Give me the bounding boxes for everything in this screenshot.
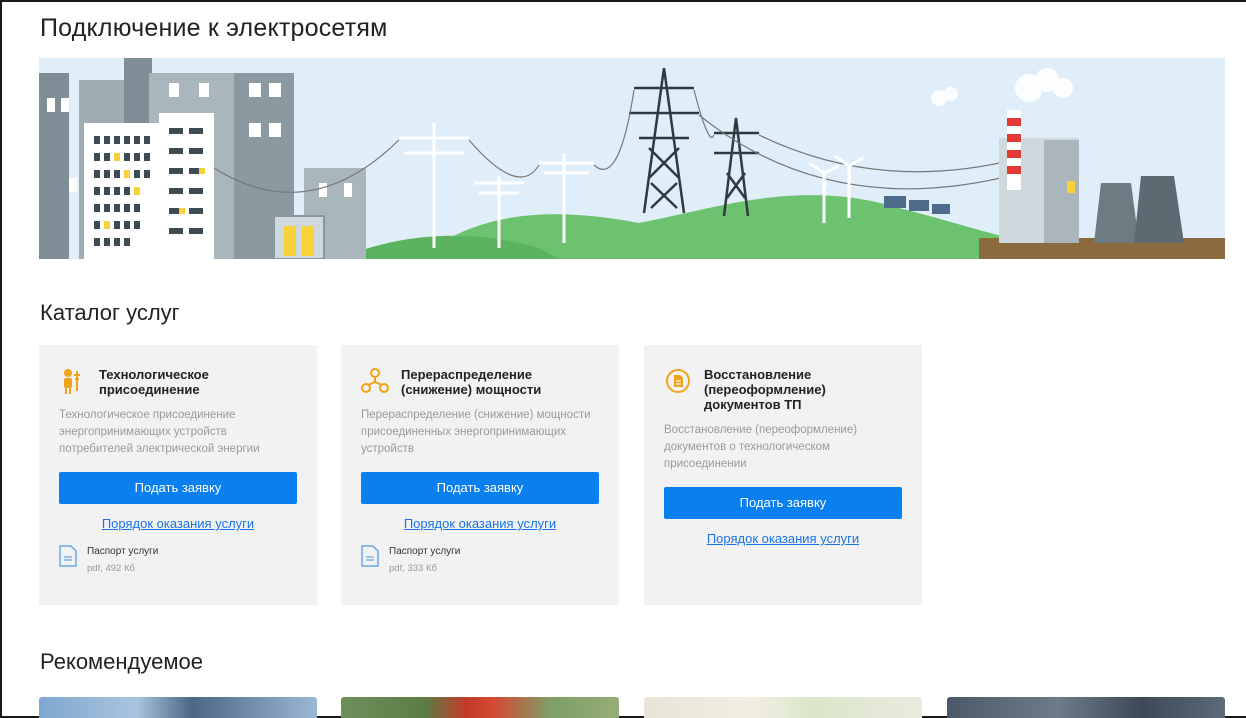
recommended-item-image[interactable]	[947, 697, 1225, 718]
document-icon	[361, 545, 379, 567]
passport-label: Паспорт услуги	[389, 546, 461, 557]
card-description: Перераспределение (снижение) мощности пр…	[361, 409, 591, 455]
service-order-link[interactable]: Порядок оказания услуги	[664, 531, 902, 546]
card-title: Восстановление (переоформление) документ…	[704, 367, 826, 412]
service-order-link[interactable]: Порядок оказания услуги	[59, 516, 297, 531]
service-card-tech-connection: Технологическое присоединение Технологич…	[39, 345, 317, 605]
passport-file-info: pdf, 492 Кб	[87, 563, 135, 574]
hero-illustration	[39, 58, 1225, 259]
worker-icon	[59, 367, 87, 395]
recommended-item-image[interactable]	[341, 697, 619, 718]
service-card-document-restore: Восстановление (переоформление) документ…	[644, 345, 922, 605]
service-passport[interactable]: Паспорт услуги pdf, 333 Кб	[361, 545, 599, 575]
recommended-item-image[interactable]	[39, 697, 317, 718]
recommended-title: Рекомендуемое	[40, 649, 203, 674]
card-description: Восстановление (переоформление) документ…	[664, 424, 858, 470]
submit-application-button[interactable]: Подать заявку	[664, 487, 902, 519]
service-card-power-redistribution: Перераспределение (снижение) мощности Пе…	[341, 345, 619, 605]
recommended-item-map-image[interactable]	[644, 697, 922, 718]
submit-application-button[interactable]: Подать заявку	[59, 472, 297, 504]
power-distribution-icon	[361, 367, 389, 395]
passport-file-info: pdf, 333 Кб	[389, 563, 437, 574]
card-description: Технологическое присоединение энергоприн…	[59, 409, 260, 455]
passport-label: Паспорт услуги	[87, 546, 159, 557]
page-title: Подключение к электросетям	[40, 14, 388, 42]
document-icon	[59, 545, 77, 567]
card-title: Технологическое присоединение	[99, 367, 209, 397]
submit-application-button[interactable]: Подать заявку	[361, 472, 599, 504]
service-order-link[interactable]: Порядок оказания услуги	[361, 516, 599, 531]
service-passport[interactable]: Паспорт услуги pdf, 492 Кб	[59, 545, 297, 575]
catalog-title: Каталог услуг	[40, 300, 180, 325]
card-title: Перераспределение (снижение) мощности	[401, 367, 542, 397]
document-restore-icon	[664, 367, 692, 395]
